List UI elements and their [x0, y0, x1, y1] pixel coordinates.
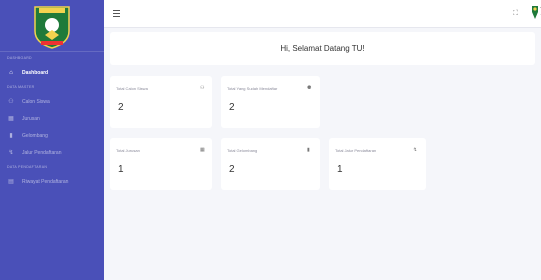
section-dashboard-label: DASHBOARD [7, 56, 32, 60]
card-label: Total Jurusan [116, 148, 140, 153]
section-data-pendaftaran-label: DATA PENDAFTARAN [7, 165, 48, 169]
card-label: Total Gelombang [227, 148, 258, 153]
card-value: 2 [229, 164, 235, 175]
user-check-icon: ⚈ [307, 85, 312, 91]
section-data-master-label: DATA MASTER [7, 85, 35, 89]
stat-card-total-jurusan: Total Jurusan ▦ 1 [110, 138, 212, 190]
sidebar-item-label: Jalur Pendaftaran [22, 149, 62, 156]
hamburger-menu-icon[interactable] [113, 10, 120, 17]
route-icon: ↯ [8, 150, 14, 156]
card-value: 2 [229, 102, 235, 113]
stat-card-total-gelombang: Total Gelombang ▮ 2 [221, 138, 320, 190]
sidebar-item-calon-siswa[interactable]: ⚇ Calon Siswa [0, 93, 104, 110]
stat-card-total-jalur-pendaftaran: Total Jalur Pendaftaran ↯ 1 [329, 138, 426, 190]
sidebar-item-label: Jurusan [22, 115, 40, 122]
welcome-text: Hi, Selamat Datang TU! [280, 44, 365, 53]
sidebar-item-label: Riwayat Pendaftaran [22, 178, 69, 185]
sidebar-item-label: Dashboard [22, 69, 49, 76]
card-value: 1 [118, 164, 124, 175]
card-label: Total Yang Sudah Mendaftar [227, 86, 278, 91]
bar-chart-icon: ▮ [307, 147, 310, 153]
sidebar-item-jalur-pendaftaran[interactable]: ↯ Jalur Pendaftaran [0, 144, 104, 161]
sidebar: DASHBOARD ⌂ Dashboard DATA MASTER ⚇ Calo… [0, 0, 104, 280]
user-icon: ⚇ [200, 85, 205, 91]
route-icon: ↯ [413, 147, 418, 153]
card-value: 2 [118, 102, 124, 113]
fullscreen-icon[interactable]: ⛶ [513, 10, 521, 18]
sidebar-item-label: Calon Siswa [22, 98, 50, 105]
sidebar-item-gelombang[interactable]: ▮ Gelombang [0, 127, 104, 144]
card-label: Total Calon Siswa [116, 86, 148, 91]
sidebar-item-jurusan[interactable]: ▦ Jurusan [0, 110, 104, 127]
document-icon: ▤ [8, 179, 14, 185]
sidebar-item-label: Gelombang [22, 132, 48, 139]
sidebar-item-dashboard[interactable]: ⌂ Dashboard [0, 64, 104, 81]
card-value: 1 [337, 164, 343, 175]
user-icon: ⚇ [8, 99, 14, 105]
stat-card-total-calon-siswa: Total Calon Siswa ⚇ 2 [110, 76, 212, 128]
avatar[interactable] [531, 6, 539, 20]
stat-card-total-sudah-mendaftar: Total Yang Sudah Mendaftar ⚈ 2 [221, 76, 320, 128]
welcome-banner: Hi, Selamat Datang TU! [110, 32, 535, 65]
logo-area [0, 0, 104, 52]
card-label: Total Jalur Pendaftaran [335, 148, 377, 153]
topbar: ⛶ TU TU [104, 0, 541, 28]
bar-chart-icon: ▮ [9, 133, 13, 139]
grid-icon: ▦ [200, 147, 205, 153]
home-icon: ⌂ [9, 69, 13, 76]
grid-icon: ▦ [8, 116, 14, 122]
sidebar-item-riwayat-pendaftaran[interactable]: ▤ Riwayat Pendaftaran [0, 173, 104, 190]
school-logo[interactable] [31, 3, 73, 49]
